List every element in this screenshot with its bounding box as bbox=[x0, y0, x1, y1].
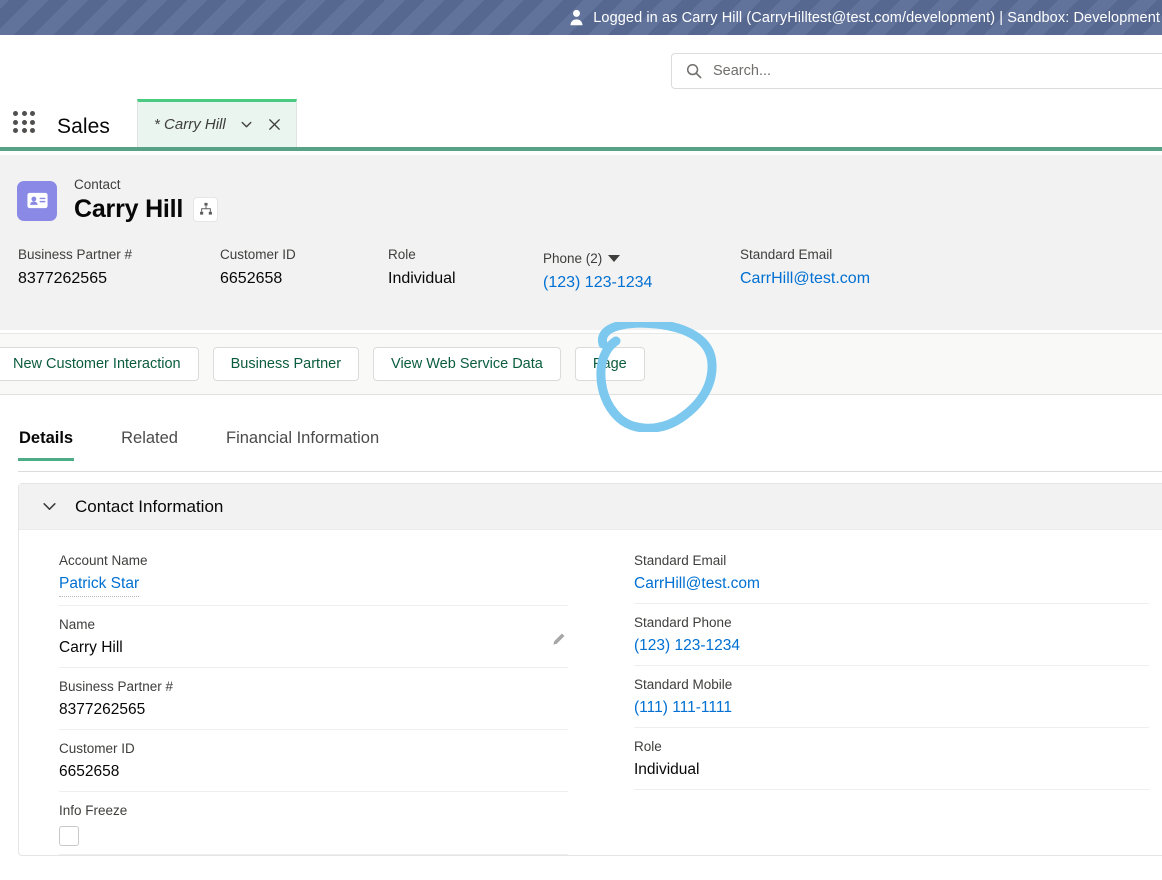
field-value-customer-id: 6652658 bbox=[59, 763, 120, 780]
business-partner-button[interactable]: Business Partner bbox=[212, 347, 360, 381]
highlight-field-role: Role Individual bbox=[388, 246, 543, 294]
highlight-label: Standard Email bbox=[740, 247, 833, 262]
info-freeze-checkbox[interactable] bbox=[59, 826, 79, 846]
app-name-label: Sales bbox=[57, 115, 111, 138]
new-customer-interaction-button[interactable]: New Customer Interaction bbox=[0, 347, 199, 381]
person-icon bbox=[570, 9, 583, 26]
tab-related[interactable]: Related bbox=[120, 429, 179, 461]
field-label: Role bbox=[634, 739, 662, 754]
field-standard-email: Standard Email CarrHill@test.com bbox=[634, 542, 1149, 604]
section-title: Contact Information bbox=[75, 496, 224, 516]
highlight-field-standard-email: Standard Email CarrHill@test.com bbox=[740, 246, 970, 294]
record-object-type: Contact bbox=[74, 177, 121, 192]
field-value-business-partner-number: 8377262565 bbox=[59, 701, 146, 718]
app-navigation-bar: Sales * Carry Hill bbox=[0, 97, 1162, 151]
search-icon bbox=[686, 63, 702, 79]
contact-information-card: Contact Information Account Name Patrick… bbox=[18, 483, 1162, 856]
chevron-down-icon[interactable] bbox=[239, 117, 254, 132]
field-value-standard-phone-link[interactable]: (123) 123-1234 bbox=[634, 635, 1149, 657]
tab-details[interactable]: Details bbox=[18, 429, 75, 461]
field-account-name: Account Name Patrick Star bbox=[59, 542, 568, 606]
record-tab-label: * Carry Hill bbox=[154, 116, 226, 133]
highlight-field-business-partner: Business Partner # 8377262565 bbox=[18, 246, 220, 294]
app-launcher-grid-icon[interactable] bbox=[13, 111, 35, 133]
tab-financial-information[interactable]: Financial Information bbox=[225, 429, 380, 461]
field-value-name: Carry Hill bbox=[59, 639, 123, 656]
caret-down-icon[interactable] bbox=[608, 255, 621, 262]
record-detail-tabs: Details Related Financial Information bbox=[0, 395, 1162, 476]
highlight-value: Individual bbox=[388, 270, 456, 287]
field-customer-id: Customer ID 6652658 bbox=[59, 730, 568, 792]
field-value-account-name-link[interactable]: Patrick Star bbox=[59, 573, 140, 597]
edit-pencil-icon[interactable] bbox=[551, 632, 566, 647]
highlight-value: 8377262565 bbox=[18, 270, 107, 287]
chevron-down-icon[interactable] bbox=[41, 498, 58, 515]
field-business-partner-number: Business Partner # 8377262565 bbox=[59, 668, 568, 730]
details-left-column: Account Name Patrick Star Name Carry Hil… bbox=[19, 542, 604, 855]
page-button[interactable]: Page bbox=[574, 347, 645, 381]
search-input[interactable]: Search... bbox=[671, 53, 1162, 89]
field-value-standard-mobile-link[interactable]: (111) 111-1111 bbox=[634, 697, 1149, 719]
sandbox-banner: Logged in as Carry Hill (CarryHilltest@t… bbox=[0, 0, 1162, 35]
field-role: Role Individual bbox=[634, 728, 1149, 790]
field-name: Name Carry Hill bbox=[59, 606, 568, 668]
field-standard-mobile: Standard Mobile (111) 111-1111 bbox=[634, 666, 1149, 728]
close-icon[interactable] bbox=[267, 117, 282, 132]
field-standard-phone: Standard Phone (123) 123-1234 bbox=[634, 604, 1149, 666]
highlight-label: Role bbox=[388, 247, 416, 262]
view-web-service-data-button[interactable]: View Web Service Data bbox=[373, 347, 561, 381]
highlight-value-phone-link[interactable]: (123) 123-1234 bbox=[543, 272, 740, 294]
details-right-column: Standard Email CarrHill@test.com Standar… bbox=[604, 542, 1162, 855]
page-title: Carry Hill bbox=[74, 195, 184, 223]
field-label: Customer ID bbox=[59, 741, 135, 756]
search-placeholder: Search... bbox=[713, 63, 772, 79]
highlight-label: Business Partner # bbox=[18, 247, 133, 262]
highlight-value: 6652658 bbox=[220, 270, 283, 287]
hierarchy-button[interactable] bbox=[193, 196, 219, 222]
sandbox-banner-text: Logged in as Carry Hill (CarryHilltest@t… bbox=[593, 9, 1160, 26]
field-label: Account Name bbox=[59, 553, 148, 568]
field-value-role: Individual bbox=[634, 761, 700, 778]
record-tab-carry-hill[interactable]: * Carry Hill bbox=[137, 99, 297, 147]
section-header-contact-information[interactable]: Contact Information bbox=[19, 484, 1162, 530]
field-label: Standard Mobile bbox=[634, 677, 733, 692]
record-highlights-panel: Contact Carry Hill Business Partner # 83… bbox=[0, 155, 1162, 330]
details-field-grid: Account Name Patrick Star Name Carry Hil… bbox=[19, 530, 1162, 855]
field-label: Business Partner # bbox=[59, 679, 174, 694]
highlight-value-email-link[interactable]: CarrHill@test.com bbox=[740, 268, 970, 290]
highlight-label: Customer ID bbox=[220, 247, 296, 262]
field-label: Name bbox=[59, 617, 96, 632]
highlight-fields: Business Partner # 8377262565 Customer I… bbox=[0, 246, 1162, 294]
global-search-row: Search... bbox=[0, 35, 1162, 97]
field-info-freeze: Info Freeze bbox=[59, 792, 568, 855]
highlight-label: Phone (2) bbox=[543, 251, 603, 266]
record-actions-bar: New Customer Interaction Business Partne… bbox=[0, 333, 1162, 395]
avatar bbox=[17, 180, 57, 221]
highlight-field-phone: Phone (2) (123) 123-1234 bbox=[543, 246, 740, 294]
field-label: Info Freeze bbox=[59, 803, 128, 818]
highlight-field-customer-id: Customer ID 6652658 bbox=[220, 246, 388, 294]
field-label: Standard Email bbox=[634, 553, 727, 568]
contact-card-icon bbox=[26, 192, 48, 209]
hierarchy-icon bbox=[199, 202, 212, 215]
field-value-standard-email-link[interactable]: CarrHill@test.com bbox=[634, 573, 1149, 595]
field-label: Standard Phone bbox=[634, 615, 732, 630]
